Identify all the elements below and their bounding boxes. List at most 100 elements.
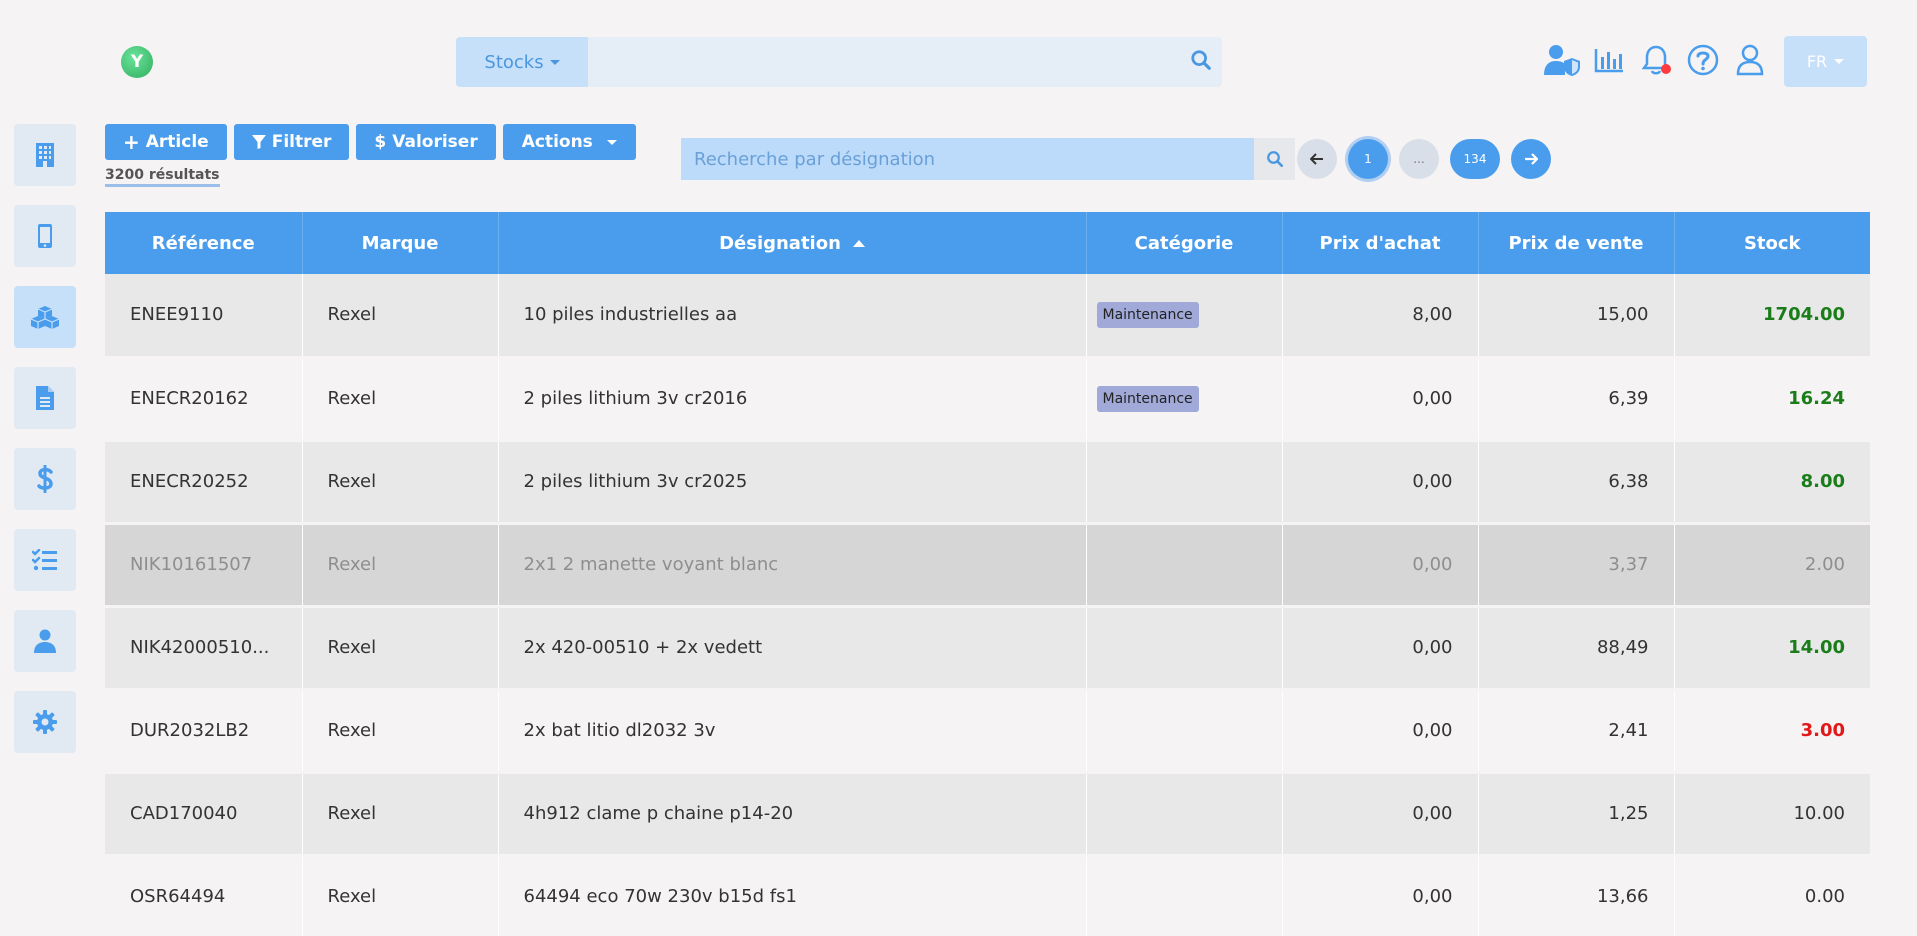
table-row[interactable]: NIK42000510... Rexel 2x 420-00510 + 2x v…: [105, 606, 1870, 691]
cell-reference: NIK10161507: [105, 523, 303, 608]
cell-purchase-price: 0,00: [1282, 440, 1479, 525]
arrow-left-icon: [1310, 153, 1323, 165]
cell-designation: 64494 eco 70w 230v b15d fs1: [498, 855, 1087, 936]
user-icon: [34, 629, 56, 653]
module-select[interactable]: Stocks: [456, 37, 588, 87]
table-row[interactable]: ENECR20252 Rexel 2 piles lithium 3v cr20…: [105, 440, 1870, 525]
cell-stock: 16.24: [1674, 357, 1870, 442]
filter-icon: [251, 135, 266, 149]
column-header-brand[interactable]: Marque: [302, 212, 499, 274]
filter-label: Filtrer: [271, 132, 332, 152]
cell-category: [1086, 606, 1283, 691]
sidebar-item-users[interactable]: [14, 610, 76, 672]
cell-sale-price: 6,39: [1478, 357, 1675, 442]
cell-designation: 2x bat litio dl2032 3v: [498, 689, 1087, 774]
table-row[interactable]: OSR64494 Rexel 64494 eco 70w 230v b15d f…: [105, 855, 1870, 936]
cell-purchase-price: 0,00: [1282, 523, 1479, 608]
user-outline-icon[interactable]: [1726, 40, 1773, 80]
prev-page-button[interactable]: [1297, 139, 1337, 179]
cell-stock: 8.00: [1674, 440, 1870, 525]
app-logo[interactable]: Y: [121, 46, 153, 78]
cell-designation: 2x 420-00510 + 2x vedett: [498, 606, 1087, 691]
page-last[interactable]: 134: [1450, 139, 1500, 179]
cell-stock: 3.00: [1674, 689, 1870, 774]
sidebar-item-finance[interactable]: [14, 448, 76, 510]
sidebar-item-tasks[interactable]: [14, 529, 76, 591]
cell-designation: 2 piles lithium 3v cr2016: [498, 357, 1087, 442]
column-header-category[interactable]: Catégorie: [1086, 212, 1283, 274]
user-shield-icon[interactable]: [1538, 40, 1585, 80]
language-select[interactable]: FR: [1784, 36, 1867, 87]
chevron-down-icon: [1834, 59, 1845, 64]
cell-purchase-price: 8,00: [1282, 274, 1479, 359]
table-row[interactable]: CAD170040 Rexel 4h912 clame p chaine p14…: [105, 772, 1870, 857]
cell-stock: 10.00: [1674, 772, 1870, 857]
top-icon-bar: [1538, 40, 1773, 80]
sort-asc-icon: [852, 240, 865, 247]
cell-sale-price: 1,25: [1478, 772, 1675, 857]
category-badge: Maintenance: [1096, 301, 1199, 328]
mobile-icon: [38, 224, 52, 248]
language-label: FR: [1806, 52, 1828, 71]
column-header-purchase-price[interactable]: Prix d'achat: [1282, 212, 1479, 274]
table-row[interactable]: NIK10161507 Rexel 2x1 2 manette voyant b…: [105, 523, 1870, 608]
chart-bar-icon[interactable]: [1585, 40, 1632, 80]
articles-table: Référence Marque Désignation Catégorie P…: [105, 212, 1870, 936]
column-header-reference[interactable]: Référence: [105, 212, 303, 274]
dollar-icon: [37, 465, 53, 493]
actions-dropdown[interactable]: Actions: [502, 124, 636, 160]
valorize-button[interactable]: $ Valoriser: [356, 124, 496, 160]
toolbar: + Article Filtrer $ Valoriser Actions: [105, 124, 636, 160]
chevron-down-icon: [549, 59, 560, 65]
cell-purchase-price: 0,00: [1282, 357, 1479, 442]
help-circle-icon[interactable]: [1679, 40, 1726, 80]
bell-icon[interactable]: [1632, 40, 1679, 80]
cell-reference: OSR64494: [105, 855, 303, 936]
cell-category: [1086, 689, 1283, 774]
sidebar-item-devices[interactable]: [14, 205, 76, 267]
global-search-bar: Stocks: [456, 37, 1222, 87]
sidebar-item-companies[interactable]: [14, 124, 76, 186]
cell-brand: Rexel: [302, 274, 499, 359]
column-header-designation[interactable]: Désignation: [498, 212, 1087, 274]
document-icon: [36, 386, 54, 410]
gear-icon: [33, 710, 57, 734]
page-current[interactable]: 1: [1348, 139, 1388, 179]
cell-sale-price: 88,49: [1478, 606, 1675, 691]
designation-search-button[interactable]: [1254, 138, 1295, 180]
cell-stock: 1704.00: [1674, 274, 1870, 359]
valorize-label: Valoriser: [392, 132, 478, 152]
cell-reference: CAD170040: [105, 772, 303, 857]
sidebar: [14, 124, 76, 772]
cell-brand: Rexel: [302, 440, 499, 525]
search-icon[interactable]: [1190, 49, 1212, 75]
sidebar-item-settings[interactable]: [14, 691, 76, 753]
pagination: 1 ... 134: [1297, 139, 1562, 179]
table-row[interactable]: ENECR20162 Rexel 2 piles lithium 3v cr20…: [105, 357, 1870, 442]
column-header-stock[interactable]: Stock: [1674, 212, 1870, 274]
cell-brand: Rexel: [302, 523, 499, 608]
cell-reference: DUR2032LB2: [105, 689, 303, 774]
search-icon: [1266, 151, 1283, 168]
page-ellipsis[interactable]: ...: [1399, 139, 1439, 179]
cell-designation: 10 piles industrielles aa: [498, 274, 1087, 359]
logo-letter: Y: [130, 52, 144, 72]
cell-sale-price: 6,38: [1478, 440, 1675, 525]
table-header-row: Référence Marque Désignation Catégorie P…: [105, 212, 1870, 274]
filter-button[interactable]: Filtrer: [233, 124, 350, 160]
next-page-button[interactable]: [1511, 139, 1551, 179]
sidebar-item-documents[interactable]: [14, 367, 76, 429]
designation-search-input[interactable]: Recherche par désignation: [681, 138, 1254, 180]
dollar-icon: $: [374, 132, 387, 152]
notification-dot: [1661, 64, 1671, 74]
category-badge: Maintenance: [1096, 385, 1199, 412]
table-row[interactable]: ENEE9110 Rexel 10 piles industrielles aa…: [105, 274, 1870, 359]
column-header-sale-price[interactable]: Prix de vente: [1478, 212, 1675, 274]
building-icon: [36, 143, 54, 167]
global-search-input[interactable]: [588, 37, 1222, 87]
cubes-icon: [31, 306, 59, 329]
cell-stock: 0.00: [1674, 855, 1870, 936]
table-row[interactable]: DUR2032LB2 Rexel 2x bat litio dl2032 3v …: [105, 689, 1870, 774]
sidebar-item-stocks[interactable]: [14, 286, 76, 348]
add-article-button[interactable]: + Article: [105, 124, 227, 160]
